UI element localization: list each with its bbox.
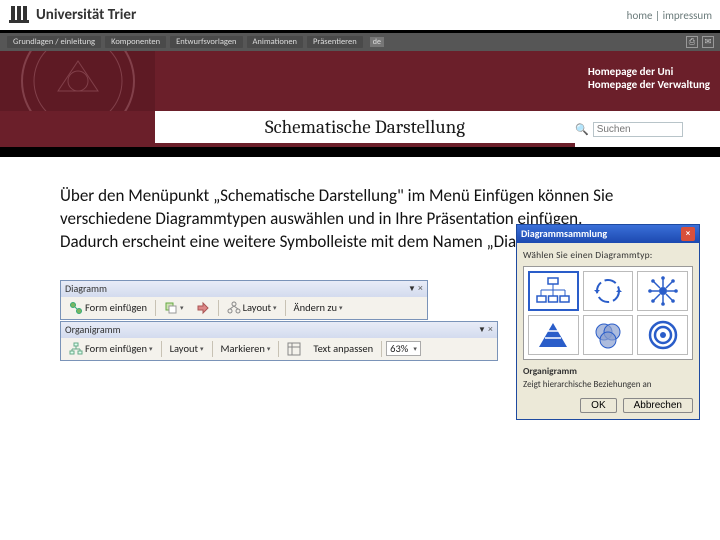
- lang-de[interactable]: de: [370, 37, 384, 47]
- close-icon[interactable]: ×: [681, 227, 695, 241]
- page-title: Schematische Darstellung: [155, 111, 575, 147]
- search-icon[interactable]: 🔍: [575, 123, 589, 136]
- organigramm-toolbar: Organigramm ▼ × Form einfügen▾ Layout▾ M…: [60, 321, 498, 361]
- home-link[interactable]: home: [627, 9, 653, 22]
- organigramm-toolbar-close[interactable]: ×: [488, 324, 493, 334]
- form-einfuegen-button[interactable]: Form einfügen: [65, 301, 151, 315]
- org-zoom[interactable]: 63%▾: [386, 341, 421, 356]
- orgchart-type[interactable]: [528, 271, 579, 311]
- cycle-type[interactable]: [583, 271, 634, 311]
- radial-type[interactable]: [637, 271, 688, 311]
- venn-type[interactable]: [583, 315, 634, 355]
- target-type[interactable]: [637, 315, 688, 355]
- org-form-einfuegen-button[interactable]: Form einfügen▾: [65, 342, 157, 356]
- aendern-zu-button[interactable]: Ändern zu▾: [290, 301, 347, 314]
- nav-grundlagen[interactable]: Grundlagen / einleitung: [7, 36, 101, 48]
- university-seal: [0, 51, 155, 111]
- diagramm-toolbar-title: Diagramm: [65, 282, 107, 295]
- dialog-label: Wählen Sie einen Diagrammtyp:: [523, 249, 693, 261]
- organigramm-toolbar-dropdown[interactable]: ▼ ×: [478, 324, 493, 335]
- org-layout-button[interactable]: Layout▾: [166, 342, 208, 355]
- reverse-button[interactable]: [192, 301, 214, 315]
- university-logo: Universität Trier: [8, 4, 136, 26]
- homepage-uni-link[interactable]: Homepage der Uni: [588, 65, 710, 78]
- homepage-verwaltung-link[interactable]: Homepage der Verwaltung: [588, 78, 710, 91]
- org-markieren-button[interactable]: Markieren▾: [217, 342, 275, 355]
- diagramm-toolbar-dropdown[interactable]: ▼ ×: [408, 283, 423, 294]
- main-nav: Grundlagen / einleitung Komponenten Entw…: [0, 33, 720, 51]
- ok-button[interactable]: OK: [580, 398, 616, 413]
- dialog-description: Organigramm Zeigt hierarchische Beziehun…: [523, 366, 693, 390]
- move-back-button[interactable]: ▾: [160, 301, 188, 315]
- impressum-link[interactable]: impressum: [663, 9, 712, 22]
- homepage-links: Homepage der Uni Homepage der Verwaltung: [588, 65, 710, 91]
- top-links: home | impressum: [627, 9, 712, 22]
- diagramm-toolbar: Diagramm ▼ × Form einfügen ▾ Layout▾ Änd…: [60, 280, 428, 320]
- organigramm-toolbar-title: Organigramm: [65, 323, 121, 336]
- cancel-button[interactable]: Abbrechen: [623, 398, 693, 413]
- mail-icon[interactable]: ✉: [702, 36, 714, 48]
- org-text-anpassen-button[interactable]: Text anpassen: [309, 342, 377, 355]
- diagramm-toolbar-close[interactable]: ×: [418, 283, 423, 293]
- nav-entwurfsvorlagen[interactable]: Entwurfsvorlagen: [170, 36, 242, 48]
- nav-komponenten[interactable]: Komponenten: [105, 36, 166, 48]
- layout-button[interactable]: Layout▾: [223, 301, 281, 315]
- pyramid-type[interactable]: [528, 315, 579, 355]
- logo-text: Universität Trier: [36, 6, 136, 24]
- diagrammsammlung-dialog: Diagrammsammlung × Wählen Sie einen Diag…: [516, 224, 700, 420]
- nav-praesentieren[interactable]: Präsentieren: [307, 36, 363, 48]
- dialog-title: Diagrammsammlung: [521, 227, 607, 240]
- nav-animationen[interactable]: Animationen: [247, 36, 304, 48]
- search-input[interactable]: [593, 122, 683, 137]
- print-icon[interactable]: ⎙: [686, 36, 698, 48]
- org-autoformat-button[interactable]: [283, 342, 305, 356]
